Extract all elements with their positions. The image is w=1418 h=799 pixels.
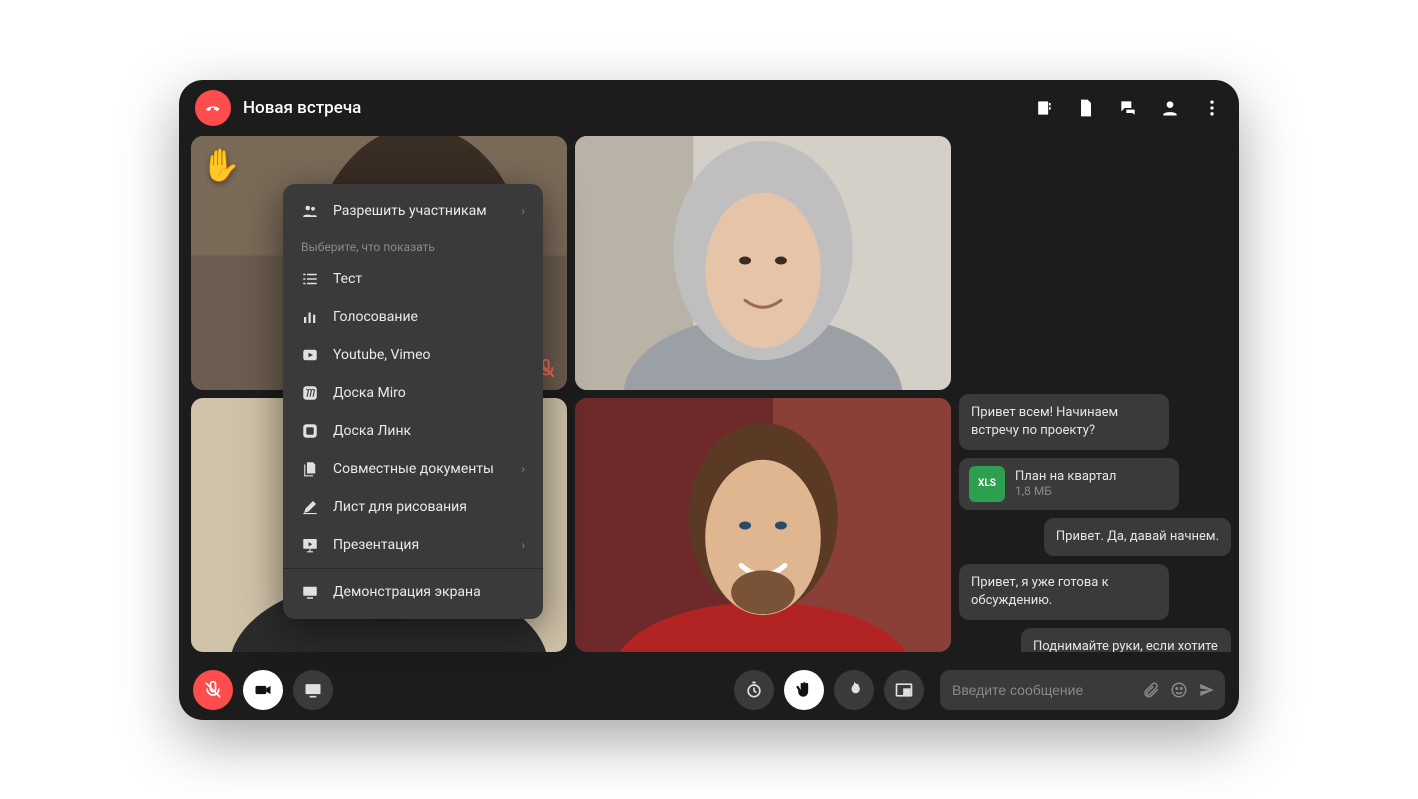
mic-off-icon [203, 680, 223, 700]
menu-screenshare[interactable]: Демонстрация экрана [283, 573, 543, 611]
chat-file-message[interactable]: XLS План на квартал 1,8 МБ [959, 458, 1179, 510]
participants-icon[interactable] [1159, 97, 1181, 119]
hand-icon [794, 680, 814, 700]
chat-panel: Привет всем! Начинаем встречу по проекту… [959, 136, 1231, 652]
menu-label: Доска Miro [333, 385, 406, 401]
send-icon [1198, 681, 1216, 699]
chat-messages: Привет всем! Начинаем встречу по проекту… [959, 394, 1231, 652]
list-icon [301, 270, 319, 288]
menu-shared-docs[interactable]: Совместные документы › [283, 450, 543, 488]
meeting-title: Новая встреча [243, 98, 361, 118]
menu-label: Тест [333, 271, 362, 287]
menu-link-board[interactable]: Доска Линк [283, 412, 543, 450]
document-icon[interactable] [1075, 97, 1097, 119]
miro-icon [301, 384, 319, 402]
file-name: План на квартал [1015, 469, 1116, 484]
menu-label: Совместные документы [333, 461, 494, 477]
more-icon[interactable] [1201, 97, 1223, 119]
pip-button[interactable] [884, 670, 924, 710]
chevron-right-icon: › [521, 462, 525, 476]
mic-button[interactable] [193, 670, 233, 710]
menu-label: Презентация [333, 537, 419, 553]
emoji-button[interactable] [1169, 680, 1189, 700]
share-menu: Разрешить участникам › Выберите, что пок… [283, 184, 543, 619]
chat-message[interactable]: Привет всем! Начинаем встречу по проекту… [959, 394, 1169, 450]
chat-message[interactable]: Привет, я уже готова к обсуждению. [959, 564, 1169, 620]
main-area: ✋ [179, 136, 1239, 660]
menu-label: Демонстрация экрана [333, 584, 481, 600]
phone-down-icon [203, 98, 223, 118]
play-icon [301, 346, 319, 364]
timer-button[interactable] [734, 670, 774, 710]
video-grid: ✋ [191, 136, 951, 652]
camera-icon [253, 680, 273, 700]
camera-button[interactable] [243, 670, 283, 710]
header-actions [1033, 97, 1223, 119]
menu-label: Голосование [333, 309, 418, 325]
menu-label: Доска Линк [333, 423, 411, 439]
pencil-icon [301, 498, 319, 516]
docs-icon [301, 460, 319, 478]
meeting-window: Новая встреча [179, 80, 1239, 720]
participant-tile[interactable] [575, 398, 951, 652]
chevron-right-icon: › [521, 204, 525, 218]
presentation-icon [301, 536, 319, 554]
file-type-badge: XLS [969, 466, 1005, 502]
file-size: 1,8 МБ [1015, 484, 1116, 498]
menu-test[interactable]: Тест [283, 260, 543, 298]
reactions-button[interactable] [834, 670, 874, 710]
pip-icon [894, 680, 914, 700]
chat-input[interactable] [952, 682, 1133, 698]
menu-label: Разрешить участникам [333, 203, 487, 219]
notes-icon[interactable] [1033, 97, 1055, 119]
raised-hand-badge: ✋ [201, 146, 241, 184]
menu-miro[interactable]: Доска Miro [283, 374, 543, 412]
menu-poll[interactable]: Голосование [283, 298, 543, 336]
chat-message[interactable]: Поднимайте руки, если хотите что-то спро… [1021, 628, 1231, 651]
menu-allow-participants[interactable]: Разрешить участникам › [283, 192, 543, 230]
poll-icon [301, 308, 319, 326]
paperclip-icon [1142, 681, 1160, 699]
raise-hand-button[interactable] [784, 670, 824, 710]
attach-button[interactable] [1141, 680, 1161, 700]
hangup-button[interactable] [195, 90, 231, 126]
chevron-right-icon: › [521, 538, 525, 552]
screen-icon [301, 583, 319, 601]
chat-input-container [940, 670, 1225, 710]
people-icon [301, 202, 319, 220]
timer-icon [744, 680, 764, 700]
menu-whiteboard[interactable]: Лист для рисования [283, 488, 543, 526]
menu-section-label: Выберите, что показать [283, 230, 543, 260]
chat-message[interactable]: Привет. Да, давай начнем. [1044, 518, 1231, 556]
menu-label: Лист для рисования [333, 499, 467, 515]
share-button[interactable] [293, 670, 333, 710]
header: Новая встреча [179, 80, 1239, 136]
menu-video[interactable]: Youtube, Vimeo [283, 336, 543, 374]
send-button[interactable] [1197, 680, 1217, 700]
menu-divider [283, 568, 543, 569]
chat-icon[interactable] [1117, 97, 1139, 119]
fire-icon [844, 680, 864, 700]
menu-presentation[interactable]: Презентация › [283, 526, 543, 564]
emoji-icon [1170, 681, 1188, 699]
screen-share-icon [303, 680, 323, 700]
menu-label: Youtube, Vimeo [333, 347, 430, 363]
participant-tile[interactable] [575, 136, 951, 390]
footer-toolbar [179, 660, 1239, 720]
board-icon [301, 422, 319, 440]
